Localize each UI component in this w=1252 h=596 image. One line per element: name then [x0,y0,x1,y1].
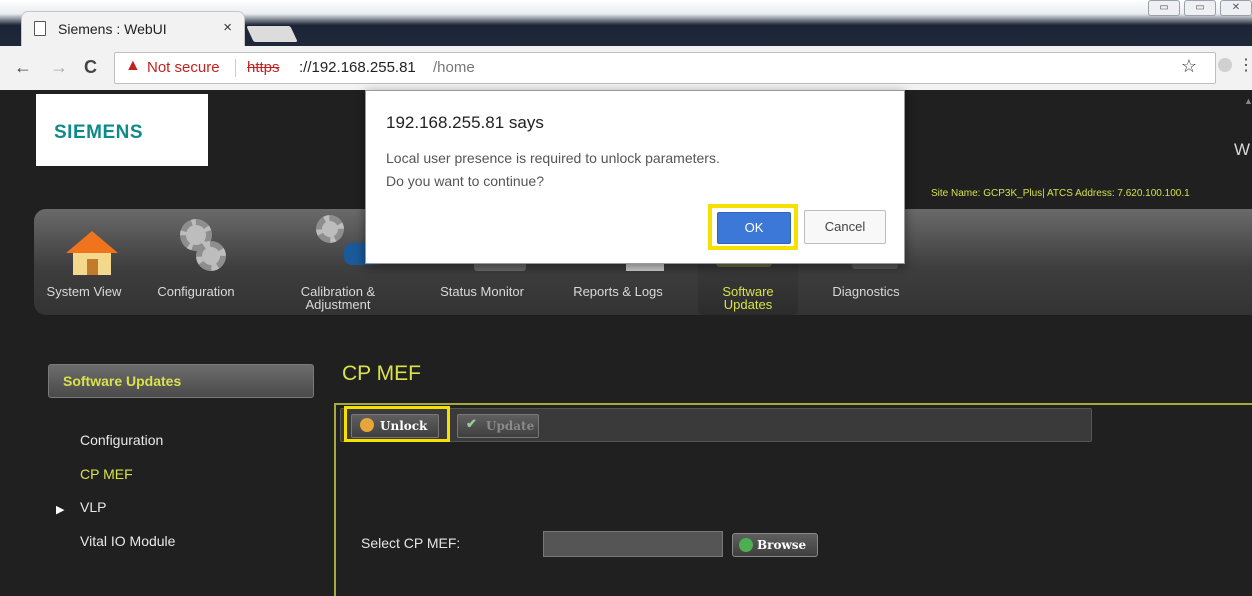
nav-label: Diagnostics [832,284,900,299]
back-arrow-icon[interactable]: ← [14,57,32,78]
logo-underline [36,162,208,165]
browse-icon [739,538,753,552]
siemens-logo: SIEMENS [54,122,144,143]
sidebar-header-label: Software Updates [63,373,182,389]
alert-dialog: 192.168.255.81 says Local user presence … [365,90,905,264]
sidebar-item-vital-io[interactable]: Vital IO Module [80,533,175,549]
header-truncated-text: W [1233,140,1250,159]
browse-button[interactable]: Browse [732,533,818,557]
ok-button[interactable]: OK [717,212,791,244]
url-scheme: https [247,59,280,76]
browse-label: Browse [757,538,807,552]
separator [235,59,236,77]
maximize-button[interactable]: ▭ [1184,0,1216,16]
extension-icon[interactable] [1218,58,1232,72]
toolbar: Unlock ✔ Update [340,408,1092,442]
minimize-button[interactable]: ▭ [1148,0,1180,16]
nav-label: Status Monitor [440,284,524,299]
reload-icon[interactable]: C [84,57,97,78]
url-input[interactable]: ▲ Not secure https ://192.168.255.81 /ho… [114,52,1216,84]
unlock-highlight-box [344,406,450,442]
address-bar-row: ← → C ▲ Not secure https ://192.168.255.… [0,46,1252,91]
bookmark-star-icon[interactable]: ☆ [1181,56,1197,77]
nav-configuration[interactable]: Configuration [146,209,246,315]
site-info: Site Name: GCP3K_Plus| ATCS Address: 7.6… [931,188,1190,199]
sidebar-item-vlp[interactable]: VLP [80,499,106,515]
dialog-message-line1: Local user presence is required to unloc… [386,150,720,166]
nav-label: Calibration & Adjustment [300,284,376,312]
browser-menu-icon[interactable]: ⋮ [1238,55,1252,75]
url-host: ://192.168.255.81 [299,59,416,76]
tab-close-icon[interactable]: × [223,19,232,36]
dialog-title: 192.168.255.81 says [386,113,544,132]
checkmark-icon: ✔ [466,417,477,432]
nav-system-view[interactable]: System View [34,209,134,315]
nav-label: System View [46,284,122,299]
file-path-input[interactable] [543,531,723,557]
logo-box: SIEMENS [36,94,208,166]
update-button[interactable]: ✔ Update [457,414,539,438]
expand-arrow-icon[interactable]: ▶ [56,503,64,516]
sidebar-item-cp-mef[interactable]: CP MEF [80,466,133,482]
sidebar-header: Software Updates [48,364,314,398]
page-title: CP MEF [342,362,421,385]
nav-label: Configuration [157,284,235,299]
document-icon [34,21,46,36]
url-path: /home [433,59,475,76]
dialog-message-line2: Do you want to continue? [386,173,544,189]
warning-triangle-icon: ▲ [125,57,141,74]
browser-tabstrip: ▭ ▭ ✕ Siemens : WebUI × [0,0,1252,46]
nav-label: Reports & Logs [573,284,663,299]
forward-arrow-icon[interactable]: → [50,57,68,78]
window-controls: ▭ ▭ ✕ [1148,0,1252,16]
browser-tab[interactable]: Siemens : WebUI × [22,12,244,46]
sidebar-item-configuration[interactable]: Configuration [80,432,163,448]
select-cp-mef-label: Select CP MEF: [361,535,461,551]
new-tab-button[interactable] [246,26,298,42]
nav-label: Software Updates [722,284,774,312]
security-label[interactable]: Not secure [147,59,220,76]
cancel-button[interactable]: Cancel [804,210,886,244]
update-label: Update [486,419,535,433]
close-window-button[interactable]: ✕ [1220,0,1252,16]
scrollbar-up-arrow-icon[interactable]: ▲ [1244,96,1252,106]
tab-title: Siemens : WebUI [58,21,167,37]
